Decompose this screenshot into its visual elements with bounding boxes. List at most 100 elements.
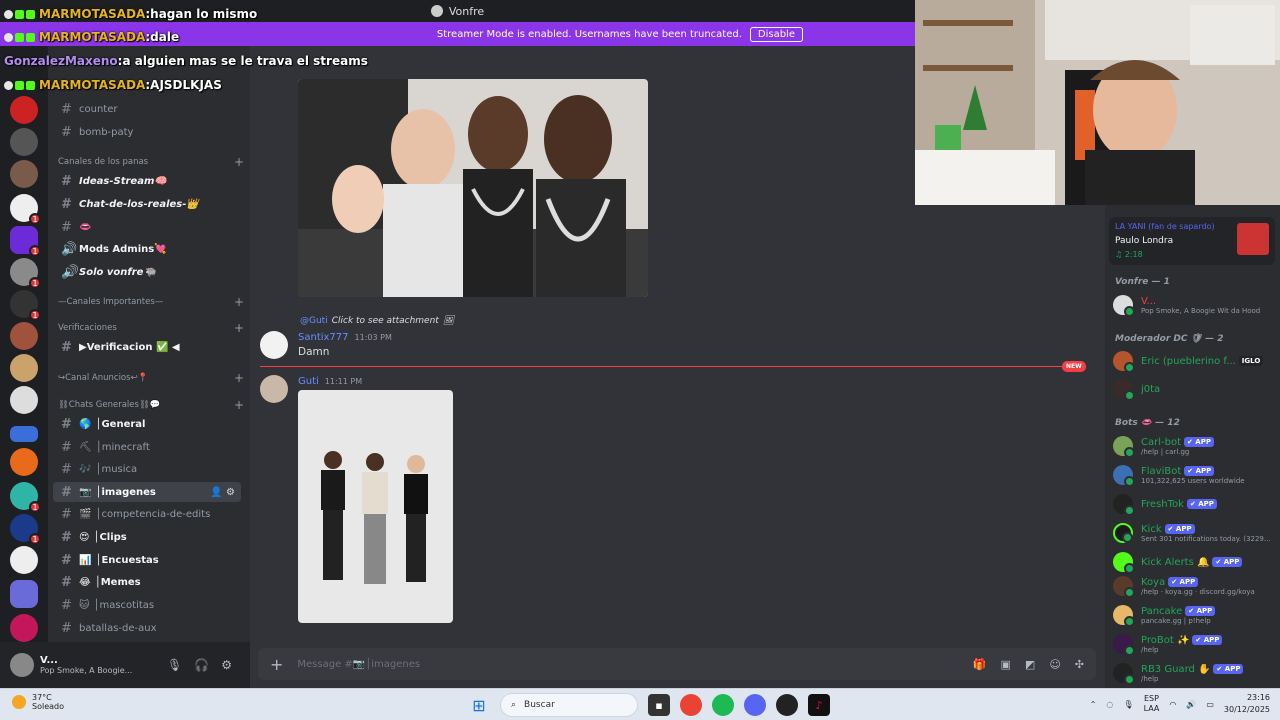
server-icon[interactable]: 1 xyxy=(10,290,41,321)
voice-channel-item[interactable]: 🔊 Solo vonfre 🐃 xyxy=(53,262,241,282)
volume-icon[interactable]: 🔊 xyxy=(1186,700,1196,709)
plus-icon[interactable]: + xyxy=(234,321,244,335)
channel-item[interactable]: # bomb-paty xyxy=(53,122,241,142)
server-icon[interactable]: 1 xyxy=(10,258,41,289)
member-item[interactable]: V... Pop Smoke, A Boogie Wit da Hood xyxy=(1113,292,1277,318)
gif-icon[interactable]: ▣ xyxy=(1001,658,1011,671)
member-item[interactable]: Koya ✔ APP/help · koya.gg · discord.gg/ko… xyxy=(1113,573,1277,599)
category-header[interactable]: ↪Canal Anuncios↩📍 + xyxy=(58,371,244,385)
member-item[interactable]: FlaviBot ✔ APP 101,322,625 users worldwide xyxy=(1113,462,1277,488)
wifi-icon[interactable]: ◠ xyxy=(1169,700,1176,709)
channel-item[interactable]: # 🌎 │General xyxy=(53,414,241,434)
voice-channel-item[interactable]: 🔊 Mods Admins 💘 xyxy=(53,239,241,259)
emoji-icon[interactable]: ☺ xyxy=(1049,658,1060,671)
plus-icon[interactable]: + xyxy=(234,371,244,385)
app-tag: ✔ APP xyxy=(1212,557,1243,567)
battery-icon[interactable]: ▭ xyxy=(1206,700,1214,709)
channel-item[interactable]: # counter xyxy=(53,99,241,119)
server-folder[interactable] xyxy=(10,580,38,608)
member-item[interactable]: FreshTok ✔ APP xyxy=(1113,491,1277,517)
category-header[interactable]: Canales de los panas + xyxy=(58,155,244,169)
server-icon[interactable] xyxy=(10,354,38,382)
apps-icon[interactable]: ✣ xyxy=(1075,658,1084,671)
channel-item[interactable]: # 📊 │Encuestas xyxy=(53,550,241,570)
server-icon[interactable] xyxy=(10,160,38,188)
chrome-icon[interactable] xyxy=(680,694,702,716)
channel-item[interactable]: # Chat-de-los-reales- 👑 xyxy=(53,194,241,214)
channel-item[interactable]: # 🎬 │competencia-de-edits xyxy=(53,504,241,524)
channel-item[interactable]: # ⛏ │minecraft xyxy=(53,437,241,457)
message-author[interactable]: Guti 11:11 PM xyxy=(298,376,362,387)
server-icon[interactable]: 1 xyxy=(10,514,41,545)
plus-icon[interactable]: + xyxy=(270,655,283,674)
member-item[interactable]: RB3 Guard ✋ ✔ APP/help xyxy=(1113,660,1277,686)
channel-item[interactable]: # Ideas-Stream 🧠 xyxy=(53,171,241,191)
member-item[interactable]: j0ta xyxy=(1113,376,1277,402)
server-icon[interactable] xyxy=(10,448,38,476)
gift-icon[interactable]: 🎁 xyxy=(973,658,987,671)
member-name: Carl-bot xyxy=(1141,436,1181,448)
server-icon[interactable] xyxy=(10,426,38,442)
task-view-icon[interactable]: ▪ xyxy=(648,694,670,716)
server-icon[interactable] xyxy=(10,386,38,414)
channel-item[interactable]: # 🎶 │musica xyxy=(53,459,241,479)
message-input[interactable]: + Message #📷│imagenes 🎁 ▣ ◩ ☺ ✣ xyxy=(258,648,1096,680)
language-indicator[interactable]: ESP LAA xyxy=(1144,694,1160,714)
avatar[interactable] xyxy=(260,331,288,359)
network-icon[interactable]: ◌ xyxy=(1106,700,1113,709)
channel-item[interactable]: # 😂 │Memes xyxy=(53,572,241,592)
spotify-icon[interactable] xyxy=(712,694,734,716)
search-box[interactable]: ⌕ Buscar xyxy=(500,693,638,717)
channel-item[interactable]: # 👄 xyxy=(53,217,241,237)
clock[interactable]: 23:16 30/12/2025 xyxy=(1224,692,1270,716)
channel-item[interactable]: # batallas-de-aux xyxy=(53,618,241,638)
channel-item[interactable]: # ▶Verificacion ✅ ◀ xyxy=(53,337,241,357)
server-icon[interactable]: 1 xyxy=(10,226,41,257)
server-icon[interactable] xyxy=(10,546,38,574)
server-icon[interactable] xyxy=(10,614,38,642)
channel-item-selected[interactable]: # 📷 │imagenes 👤 ⚙ xyxy=(53,482,241,502)
plus-icon[interactable]: + xyxy=(234,155,244,169)
discord-icon[interactable] xyxy=(744,694,766,716)
image-attachment[interactable] xyxy=(298,390,453,623)
now-playing-card[interactable]: LA YANI (fan de sapardo) Paulo Londra ♫ … xyxy=(1109,217,1275,265)
windows-start-icon[interactable]: ⊞ xyxy=(468,694,490,716)
member-item[interactable]: Pancake ✔ APP pancake.gg | p!help xyxy=(1113,602,1277,628)
image-attachment[interactable] xyxy=(298,79,648,297)
category-header[interactable]: ⛓Chats Generales⛓💬 + xyxy=(58,398,244,412)
avatar[interactable] xyxy=(10,653,34,677)
invite-settings-icons[interactable]: 👤 ⚙ xyxy=(210,487,235,498)
headphones-icon[interactable]: 🎧 xyxy=(194,658,209,672)
gear-icon[interactable]: ⚙ xyxy=(221,658,232,672)
lips-icon: 👄 xyxy=(79,221,92,233)
plus-icon[interactable]: + xyxy=(234,295,244,309)
member-item[interactable]: Kick Alerts 🔔 ✔ APP xyxy=(1113,549,1277,575)
chevron-up-icon[interactable]: ⌃ xyxy=(1090,700,1097,709)
reply-reference[interactable]: @Guti Click to see attachment 🖼 xyxy=(300,316,454,326)
server-icon[interactable] xyxy=(10,322,38,350)
avatar[interactable] xyxy=(260,375,288,403)
plus-icon[interactable]: + xyxy=(234,398,244,412)
tiktok-icon[interactable]: ♪ xyxy=(808,694,830,716)
member-item[interactable]: ProBot ✨ ✔ APP/help xyxy=(1113,631,1277,657)
server-icon[interactable]: 1 xyxy=(10,482,41,513)
server-icon[interactable]: 1 xyxy=(10,194,41,225)
category-header[interactable]: —Canales Importantes— + xyxy=(58,295,244,309)
message-author[interactable]: Santix777 11:03 PM xyxy=(298,332,392,343)
channel-item[interactable]: # 😍 │Clips xyxy=(53,527,241,547)
obs-icon[interactable] xyxy=(776,694,798,716)
category-header[interactable]: Verificaciones + xyxy=(58,321,244,335)
overlay-user: MARMOTASADA xyxy=(39,30,146,44)
member-item[interactable]: Eric (pueblerino f... IGLO xyxy=(1113,348,1277,374)
member-item[interactable]: Kick ✔ APP Sent 301 notifications today. (… xyxy=(1113,520,1277,546)
sticker-icon[interactable]: ◩ xyxy=(1025,658,1035,671)
server-icon[interactable] xyxy=(10,128,38,156)
server-icon[interactable] xyxy=(10,96,38,124)
mic-icon[interactable]: 🎙 xyxy=(1123,700,1133,709)
disable-button[interactable]: Disable xyxy=(749,26,803,42)
channel-item[interactable]: # 🐱 │mascotitas xyxy=(53,595,241,615)
member-item[interactable]: Carl-bot ✔ APP/help | carl.gg xyxy=(1113,433,1277,459)
weather-widget[interactable]: 37°C Soleado xyxy=(12,693,64,711)
windows-taskbar: 37°C Soleado ⊞ ⌕ Buscar ▪ ♪ ⌃ ◌ 🎙 ESP LA… xyxy=(0,688,1280,720)
microphone-icon[interactable]: 🎙 xyxy=(167,658,182,672)
